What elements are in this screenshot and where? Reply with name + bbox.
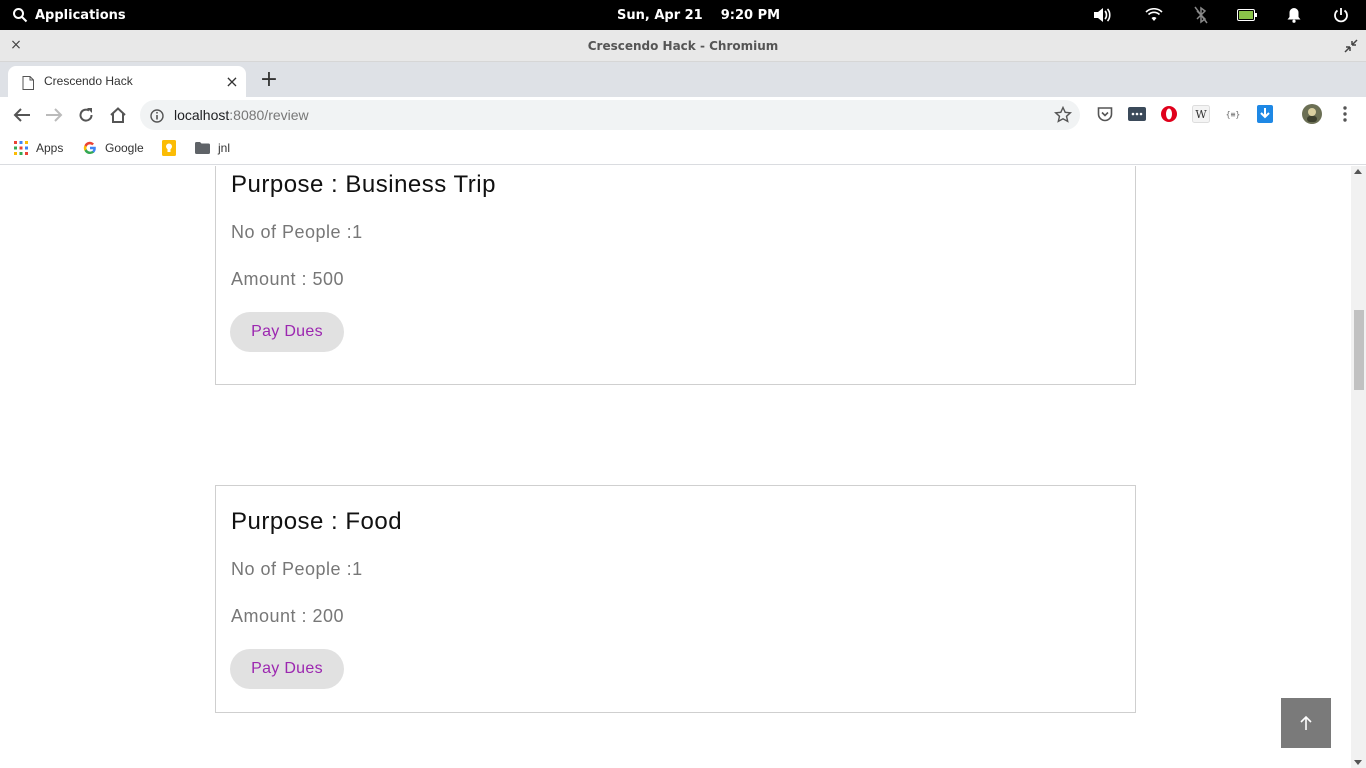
clock-date: Sun, Apr 21 [617, 7, 703, 23]
tab-crescendo-hack[interactable]: Crescendo Hack × [8, 66, 246, 97]
keep-icon [162, 140, 176, 156]
notifications-icon[interactable] [1284, 6, 1304, 24]
applications-menu[interactable]: Applications [12, 0, 126, 30]
address-bar[interactable]: localhost:8080/review [140, 100, 1080, 130]
json-viewer-icon[interactable]: {≡} [1224, 105, 1242, 123]
bookmarks-bar: Apps Google jnl [0, 134, 1366, 165]
scroll-down-arrow-icon[interactable] [1354, 760, 1362, 765]
bookmark-star-icon[interactable] [1053, 105, 1073, 124]
svg-text:W: W [1195, 108, 1207, 121]
opera-icon[interactable] [1160, 105, 1178, 123]
pocket-icon[interactable] [1096, 105, 1114, 123]
forward-arrow-icon [46, 108, 63, 122]
profile-avatar[interactable] [1302, 104, 1322, 124]
applications-label: Applications [35, 7, 126, 23]
back-button[interactable] [11, 104, 33, 126]
pay-dues-button[interactable]: Pay Dues [230, 312, 344, 352]
expense-amount: Amount : 500 [231, 269, 345, 289]
arrow-up-icon [1300, 715, 1312, 730]
browser-toolbar: localhost:8080/review W {≡} [0, 97, 1366, 134]
bookmark-apps[interactable]: Apps [14, 134, 63, 162]
bluetooth-disabled-icon[interactable] [1191, 6, 1211, 24]
expense-card: Purpose : Business Trip No of People :1 … [215, 166, 1136, 385]
back-to-top-button[interactable] [1281, 698, 1331, 748]
clock[interactable]: Sun, Apr 21 9:20 PM [617, 0, 780, 30]
bookmark-jnl[interactable]: jnl [195, 134, 230, 162]
expense-purpose: Purpose : Business Trip [231, 171, 496, 198]
menu-kebab-icon[interactable] [1336, 105, 1354, 123]
volume-icon[interactable] [1092, 6, 1112, 24]
window-restore-icon[interactable] [1344, 38, 1358, 53]
system-panel: Applications Sun, Apr 21 9:20 PM [0, 0, 1366, 30]
url-host: localhost [174, 107, 230, 123]
bookmark-google-label: Google [105, 141, 144, 155]
wikipedia-icon[interactable]: W [1192, 105, 1210, 123]
expense-people: No of People :1 [231, 222, 363, 242]
bookmark-google[interactable]: Google [83, 134, 144, 162]
reload-icon [79, 108, 93, 122]
apps-grid-icon [14, 141, 28, 155]
bookmark-apps-label: Apps [36, 141, 64, 155]
search-icon [13, 8, 28, 23]
tab-strip: Crescendo Hack × [0, 62, 1366, 97]
password-manager-icon[interactable] [1128, 105, 1146, 123]
window-titlebar: × Crescendo Hack - Chromium [0, 30, 1366, 62]
window-title: Crescendo Hack - Chromium [587, 39, 779, 53]
reload-button[interactable] [75, 104, 97, 126]
page-icon [22, 75, 34, 90]
page-scrollbar[interactable] [1351, 166, 1366, 768]
expense-card: Purpose : Food No of People :1 Amount : … [215, 485, 1136, 713]
bookmark-keep[interactable] [162, 134, 176, 162]
scrollbar-thumb[interactable] [1354, 310, 1364, 390]
tab-close-button[interactable]: × [224, 74, 240, 90]
scroll-up-arrow-icon[interactable] [1354, 169, 1362, 174]
power-icon[interactable] [1331, 6, 1351, 24]
tab-title: Crescendo Hack [44, 74, 133, 88]
google-icon [83, 141, 96, 155]
expense-people: No of People :1 [231, 559, 363, 579]
back-arrow-icon [13, 108, 30, 122]
expense-amount: Amount : 200 [231, 606, 345, 626]
url-path: :8080/review [229, 107, 309, 123]
download-icon[interactable] [1256, 105, 1274, 123]
battery-icon[interactable] [1237, 6, 1257, 24]
svg-text:{≡}: {≡} [1226, 110, 1240, 119]
pay-dues-button[interactable]: Pay Dues [230, 649, 344, 689]
bookmark-jnl-label: jnl [218, 141, 231, 155]
folder-icon [195, 142, 210, 154]
home-icon [110, 107, 126, 123]
clock-time: 9:20 PM [720, 7, 781, 23]
wifi-icon[interactable] [1144, 6, 1164, 24]
site-info-icon[interactable] [150, 108, 164, 123]
expense-purpose: Purpose : Food [231, 508, 403, 535]
forward-button[interactable] [43, 104, 65, 126]
new-tab-button[interactable]: + [259, 69, 279, 91]
home-button[interactable] [107, 104, 129, 126]
page-viewport: Purpose : Business Trip No of People :1 … [0, 166, 1366, 768]
url-text[interactable]: localhost:8080/review [174, 100, 309, 130]
